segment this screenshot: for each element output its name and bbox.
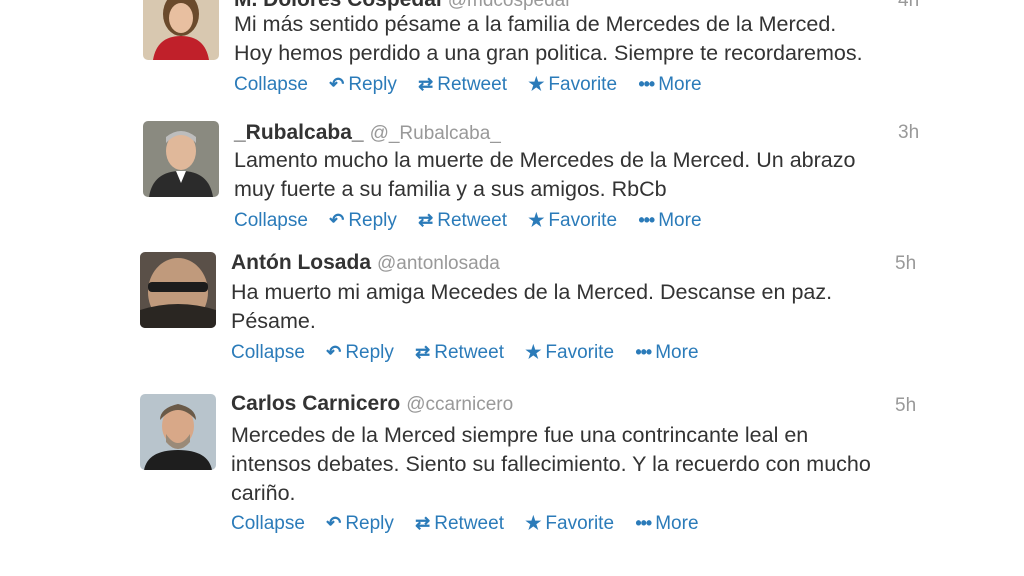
retweet-icon: ⇄ xyxy=(415,513,431,533)
retweet-icon: ⇄ xyxy=(418,210,434,230)
more-label: More xyxy=(655,342,699,363)
tweet-text-line: Pésame. xyxy=(231,309,316,333)
reply-arrow-icon: ↶ xyxy=(329,210,345,230)
retweet-button[interactable]: ⇄ Retweet xyxy=(418,74,507,96)
author-name[interactable]: Carlos Carnicero xyxy=(231,392,400,415)
reply-arrow-icon: ↶ xyxy=(326,342,342,362)
tweet-actions: Collapse ↶ Reply ⇄ Retweet ★ Favorite ••• Mo… xyxy=(234,74,718,96)
more-button[interactable]: ••• More xyxy=(638,74,701,96)
tweet-header: Antón Losada @antonlosada xyxy=(231,251,500,275)
tweet-actions: Collapse ↶ Reply ⇄ Retweet ★ Favorite ••• Mo… xyxy=(231,342,715,364)
avatar[interactable] xyxy=(140,394,216,470)
collapse-link[interactable]: Collapse xyxy=(234,74,308,96)
author-handle[interactable]: @antonlosada xyxy=(377,253,500,274)
timestamp[interactable]: 5h xyxy=(895,395,916,417)
more-button[interactable]: ••• More xyxy=(638,210,701,232)
collapse-label: Collapse xyxy=(234,74,308,95)
avatar[interactable] xyxy=(143,0,219,60)
ellipsis-icon: ••• xyxy=(638,74,655,94)
tweet-text-line: Ha muerto mi amiga Mecedes de la Merced.… xyxy=(231,280,833,304)
author-handle[interactable]: @ccarnicero xyxy=(406,394,513,415)
author-name[interactable]: Antón Losada xyxy=(231,251,371,274)
more-button[interactable]: ••• More xyxy=(635,513,698,535)
collapse-label: Collapse xyxy=(231,342,305,363)
author-name[interactable]: _Rubalcaba_ xyxy=(234,121,364,144)
reply-button[interactable]: ↶ Reply xyxy=(326,342,394,364)
retweet-button[interactable]: ⇄ Retweet xyxy=(418,210,507,232)
retweet-icon: ⇄ xyxy=(415,342,431,362)
retweet-icon: ⇄ xyxy=(418,74,434,94)
favorite-button[interactable]: ★ Favorite xyxy=(525,342,614,364)
reply-label: Reply xyxy=(345,513,394,534)
reply-label: Reply xyxy=(348,210,397,231)
tweet-header: _Rubalcaba_ @_Rubalcaba_ xyxy=(234,121,501,145)
retweet-label: Retweet xyxy=(437,210,507,231)
more-button[interactable]: ••• More xyxy=(635,342,698,364)
avatar-photo xyxy=(143,121,219,197)
favorite-button[interactable]: ★ Favorite xyxy=(525,513,614,535)
avatar-photo xyxy=(143,0,219,60)
reply-label: Reply xyxy=(345,342,394,363)
collapse-label: Collapse xyxy=(234,210,308,231)
tweet-text-line: cariño. xyxy=(231,481,296,505)
retweet-label: Retweet xyxy=(434,342,504,363)
star-icon: ★ xyxy=(525,342,542,362)
timestamp[interactable]: 5h xyxy=(895,253,916,275)
retweet-label: Retweet xyxy=(437,74,507,95)
collapse-label: Collapse xyxy=(231,513,305,534)
ellipsis-icon: ••• xyxy=(635,513,652,533)
star-icon: ★ xyxy=(528,74,545,94)
avatar[interactable] xyxy=(140,252,216,328)
reply-label: Reply xyxy=(348,74,397,95)
ellipsis-icon: ••• xyxy=(635,342,652,362)
tweet-text-line: Lamento mucho la muerte de Mercedes de l… xyxy=(234,148,856,172)
tweet-text: Mi más sentido pésame a la familia de Me… xyxy=(234,10,863,68)
tweet-text-line: Mercedes de la Merced siempre fue una co… xyxy=(231,423,809,447)
tweet-header: Carlos Carnicero @ccarnicero xyxy=(231,392,513,416)
more-label: More xyxy=(658,210,702,231)
reply-button[interactable]: ↶ Reply xyxy=(329,210,397,232)
retweet-button[interactable]: ⇄ Retweet xyxy=(415,342,504,364)
tweet-text: Mercedes de la Merced siempre fue una co… xyxy=(231,421,871,508)
reply-arrow-icon: ↶ xyxy=(329,74,345,94)
tweet-actions: Collapse ↶ Reply ⇄ Retweet ★ Favorite ••• Mo… xyxy=(231,513,715,535)
retweet-label: Retweet xyxy=(434,513,504,534)
avatar-photo xyxy=(140,394,216,470)
reply-button[interactable]: ↶ Reply xyxy=(326,513,394,535)
timestamp[interactable]: 3h xyxy=(898,122,919,144)
retweet-button[interactable]: ⇄ Retweet xyxy=(415,513,504,535)
avatar[interactable] xyxy=(143,121,219,197)
tweet-text-line: muy fuerte a su familia y a sus amigos. … xyxy=(234,177,667,201)
star-icon: ★ xyxy=(525,513,542,533)
favorite-label: Favorite xyxy=(545,513,615,534)
favorite-label: Favorite xyxy=(548,210,618,231)
more-label: More xyxy=(655,513,699,534)
ellipsis-icon: ••• xyxy=(638,210,655,230)
collapse-link[interactable]: Collapse xyxy=(231,513,305,535)
author-handle[interactable]: @_Rubalcaba_ xyxy=(370,123,501,144)
reply-button[interactable]: ↶ Reply xyxy=(329,74,397,96)
favorite-label: Favorite xyxy=(548,74,618,95)
favorite-label: Favorite xyxy=(545,342,615,363)
favorite-button[interactable]: ★ Favorite xyxy=(528,74,617,96)
avatar-photo xyxy=(140,252,216,328)
star-icon: ★ xyxy=(528,210,545,230)
tweet-text-line: Mi más sentido pésame a la familia de Me… xyxy=(234,12,837,36)
more-label: More xyxy=(658,74,702,95)
tweet-text: Ha muerto mi amiga Mecedes de la Merced.… xyxy=(231,278,832,336)
reply-arrow-icon: ↶ xyxy=(326,513,342,533)
tweet-text-line: intensos debates. Siento su fallecimient… xyxy=(231,452,871,476)
collapse-link[interactable]: Collapse xyxy=(231,342,305,364)
tweet-text-line: Hoy hemos perdido a una gran politica. S… xyxy=(234,41,863,65)
tweet-actions: Collapse ↶ Reply ⇄ Retweet ★ Favorite ••• Mo… xyxy=(234,210,718,232)
collapse-link[interactable]: Collapse xyxy=(234,210,308,232)
timestamp[interactable]: 4h xyxy=(898,0,919,12)
favorite-button[interactable]: ★ Favorite xyxy=(528,210,617,232)
tweet-text: Lamento mucho la muerte de Mercedes de l… xyxy=(234,146,855,204)
